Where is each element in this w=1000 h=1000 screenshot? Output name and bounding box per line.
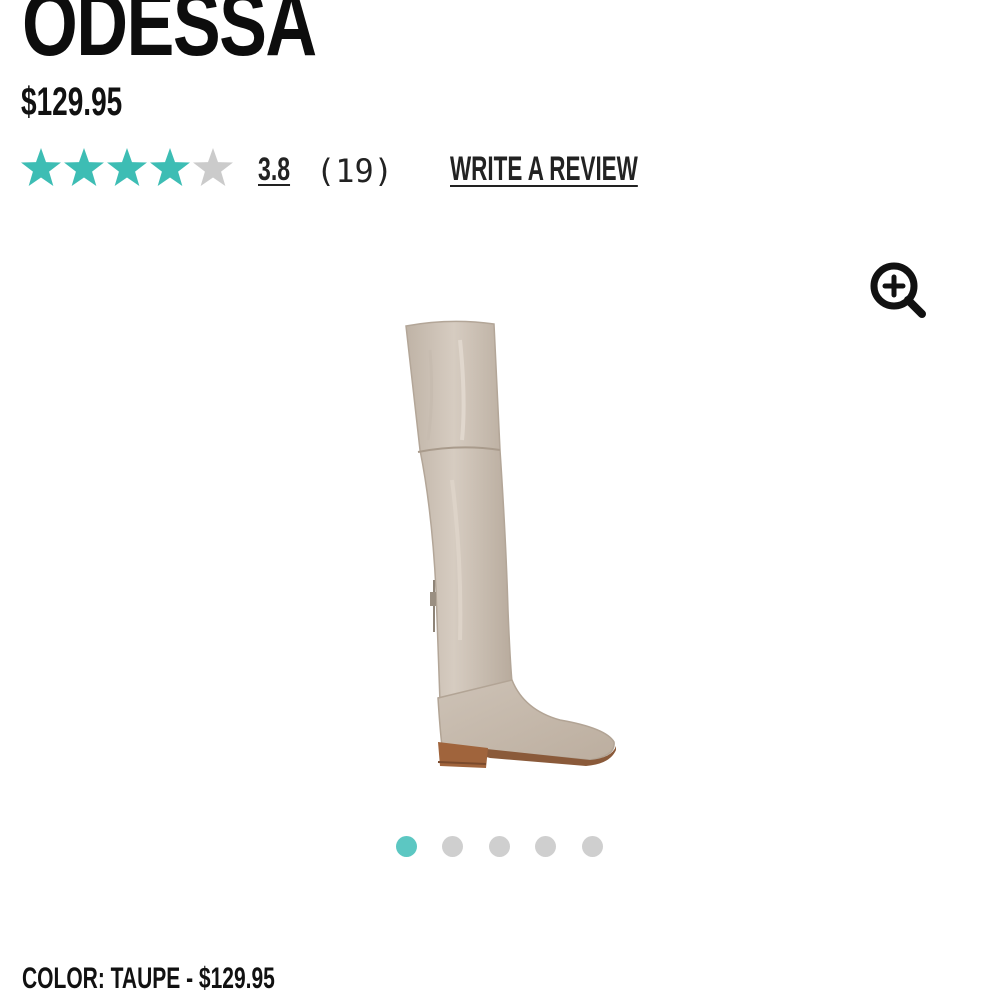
write-review-link[interactable]: WRITE A REVIEW — [450, 150, 638, 188]
star-filled-icon — [21, 148, 61, 186]
carousel-dot[interactable] — [582, 836, 603, 857]
star-filled-icon — [64, 148, 104, 186]
carousel-dot[interactable] — [535, 836, 556, 857]
color-label: COLOR: TAUPE - $129.95 — [22, 962, 275, 995]
product-image[interactable] — [390, 310, 630, 780]
star-filled-icon — [107, 148, 147, 186]
carousel-dots — [396, 836, 616, 858]
zoom-button[interactable] — [866, 258, 930, 322]
carousel-dot[interactable] — [489, 836, 510, 857]
star-empty-icon — [193, 148, 233, 186]
carousel-dot-active[interactable] — [396, 836, 417, 857]
boot-image — [405, 320, 616, 768]
rating-row: 3.8 (19) WRITE A REVIEW — [20, 144, 720, 194]
carousel-dot[interactable] — [442, 836, 463, 857]
star-rating[interactable] — [20, 144, 240, 192]
rating-value-link[interactable]: 3.8 — [258, 150, 290, 188]
zoom-in-icon — [870, 262, 926, 318]
product-price: $129.95 — [21, 80, 123, 124]
product-title: ODESSA — [22, 0, 317, 75]
star-filled-icon — [150, 148, 190, 186]
review-count: (19) — [316, 152, 394, 190]
